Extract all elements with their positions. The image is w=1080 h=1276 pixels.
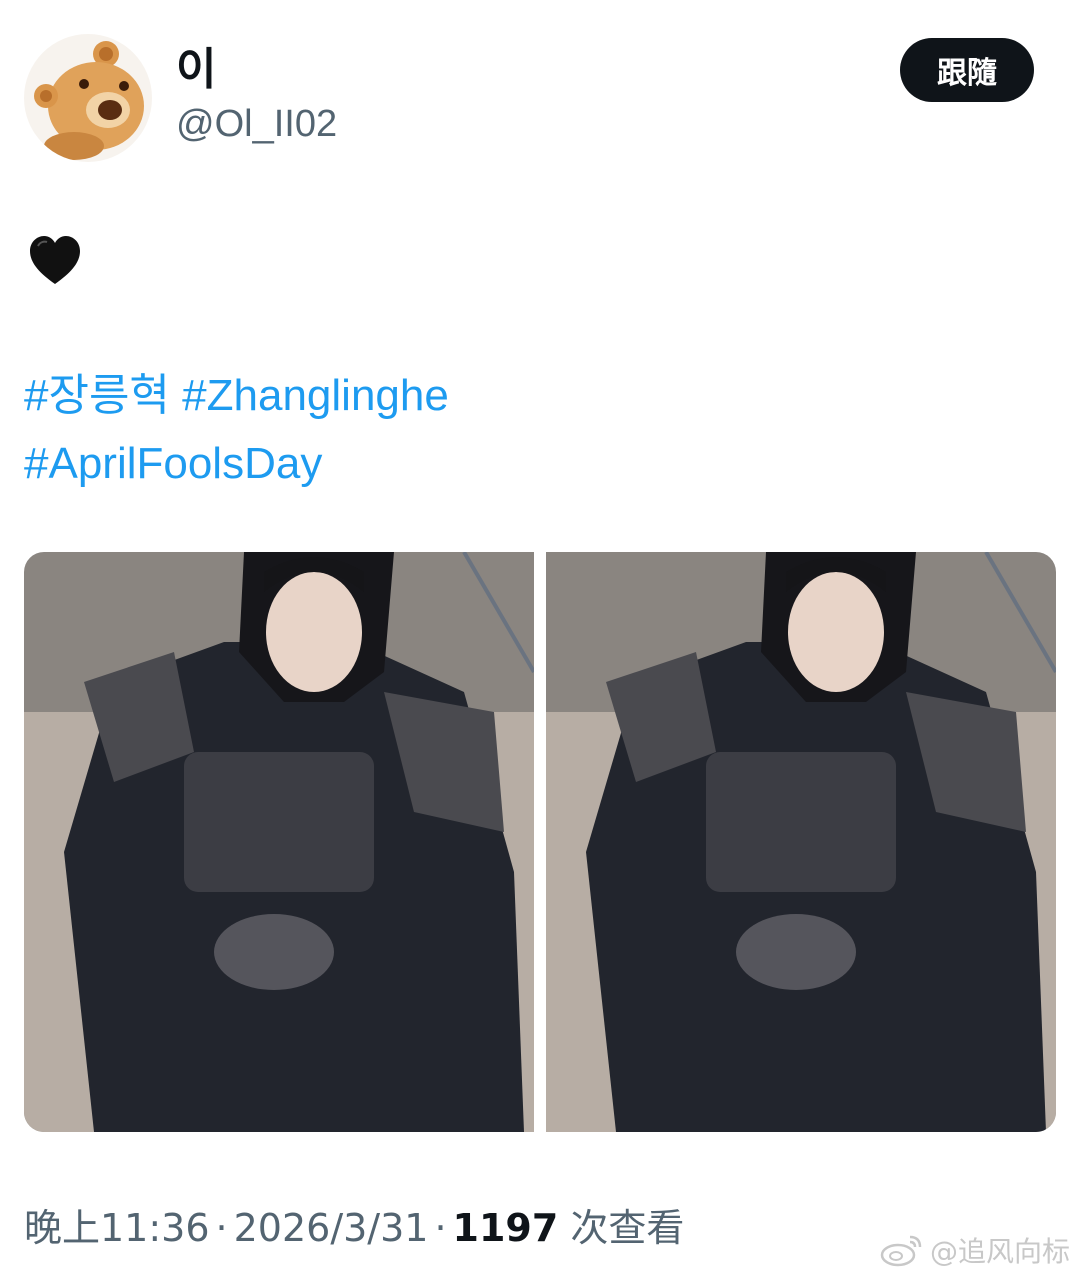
avatar[interactable]	[24, 34, 152, 162]
hashtag-link[interactable]: #Zhanglinghe	[182, 371, 449, 420]
tweet-meta: 晚上11:36 · 2026/3/31 · 1197 次查看	[24, 1200, 684, 1256]
separator: ·	[434, 1206, 447, 1250]
hashtag-link[interactable]: #장릉혁	[24, 371, 170, 420]
follow-button[interactable]: 跟隨	[900, 38, 1034, 102]
user-handle[interactable]: @Ol_II02	[176, 100, 337, 148]
display-name[interactable]: 이	[176, 44, 216, 96]
photo-man-in-armor-icon	[546, 552, 1056, 1132]
tweet-time[interactable]: 晚上11:36	[24, 1206, 210, 1250]
photo-man-in-armor-icon	[24, 552, 534, 1132]
tweet-photo-1[interactable]	[24, 552, 534, 1132]
tweet-date[interactable]: 2026/3/31	[234, 1206, 429, 1250]
teddy-bear-icon	[34, 41, 144, 160]
black-heart-icon	[28, 234, 82, 288]
watermark-text: @追风向标	[930, 1235, 1071, 1268]
separator: ·	[215, 1206, 228, 1250]
views-label: 次查看	[570, 1206, 685, 1250]
hashtags: #장릉혁 #Zhanglinghe #AprilFoolsDay	[24, 362, 449, 498]
weibo-icon	[880, 1235, 922, 1267]
tweet-photo-2[interactable]	[546, 552, 1056, 1132]
watermark: @追风向标	[880, 1230, 1070, 1270]
views-count: 1197	[452, 1206, 559, 1250]
hashtag-link[interactable]: #AprilFoolsDay	[24, 439, 322, 488]
